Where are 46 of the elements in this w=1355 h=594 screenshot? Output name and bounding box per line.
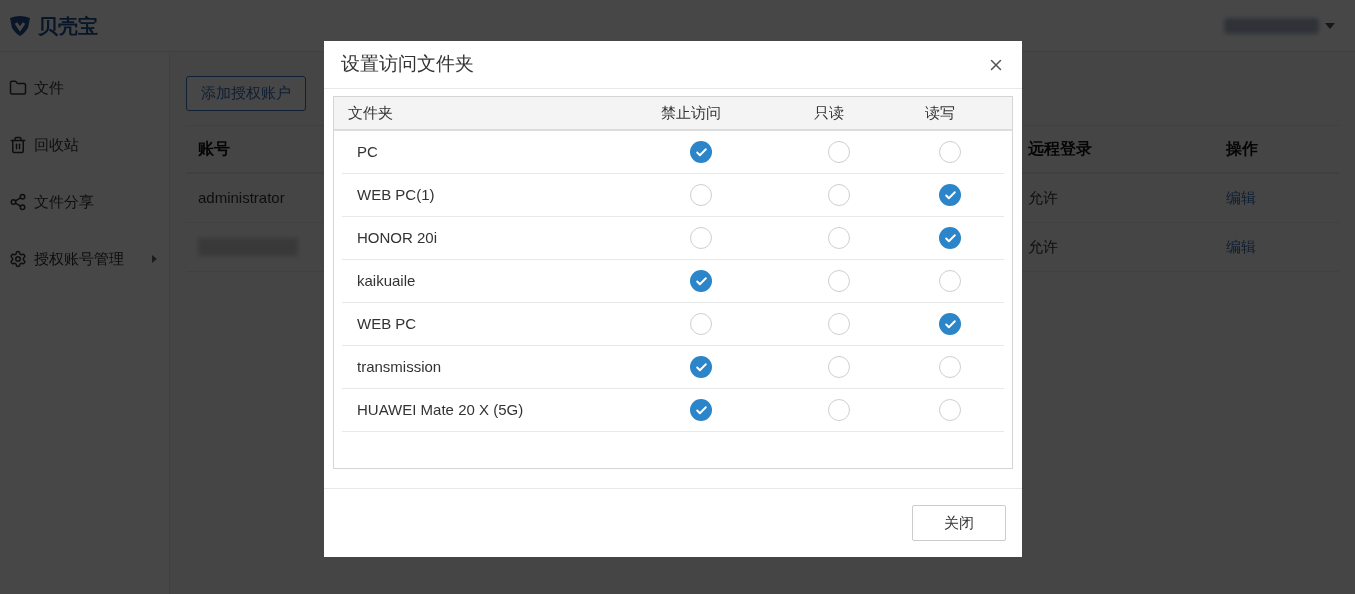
check-icon [694, 145, 708, 159]
radio-button[interactable] [690, 141, 712, 163]
radio-button[interactable] [828, 227, 850, 249]
radio-button[interactable] [939, 356, 961, 378]
radio-button[interactable] [690, 313, 712, 335]
radio-button[interactable] [939, 399, 961, 421]
folder-name: WEB PC(1) [357, 184, 435, 205]
folder-name: HONOR 20i [357, 227, 438, 248]
folder-name: kaikuaile [357, 270, 416, 291]
radio-button[interactable] [828, 356, 850, 378]
radio-button[interactable] [828, 313, 850, 335]
radio-button[interactable] [939, 184, 961, 206]
column-header: 只读 [813, 102, 845, 123]
radio-button[interactable] [690, 356, 712, 378]
radio-button[interactable] [690, 227, 712, 249]
folder-name: transmission [357, 356, 442, 377]
dialog-title: 设置访问文件夹 [341, 52, 474, 77]
radio-button[interactable] [690, 270, 712, 292]
radio-button[interactable] [828, 184, 850, 206]
check-icon [694, 274, 708, 288]
radio-button[interactable] [939, 227, 961, 249]
folder-name: HUAWEI Mate 20 X (5G) [357, 399, 524, 420]
close-button[interactable]: 关闭 [912, 505, 1006, 541]
column-header: 禁止访问 [660, 102, 722, 123]
logo-text: 贝壳宝 [38, 13, 98, 39]
check-icon [943, 231, 957, 245]
check-icon [943, 188, 957, 202]
check-icon [694, 403, 708, 417]
column-header: 远程登录 [1028, 140, 1092, 157]
radio-button[interactable] [828, 270, 850, 292]
radio-button[interactable] [939, 270, 961, 292]
folder-name: PC [357, 141, 378, 162]
column-header: 读写 [924, 102, 956, 123]
check-icon [943, 317, 957, 331]
folder-name: WEB PC [357, 313, 417, 334]
radio-button[interactable] [828, 399, 850, 421]
column-header: 文件夹 [348, 102, 394, 123]
column-header: 操作 [1226, 139, 1258, 159]
radio-button[interactable] [690, 184, 712, 206]
radio-button[interactable] [690, 399, 712, 421]
table-cell: administrator [198, 188, 285, 206]
column-header: 账号 [198, 140, 230, 157]
check-icon [694, 360, 708, 374]
radio-button[interactable] [939, 313, 961, 335]
radio-button[interactable] [939, 141, 961, 163]
radio-button[interactable] [828, 141, 850, 163]
